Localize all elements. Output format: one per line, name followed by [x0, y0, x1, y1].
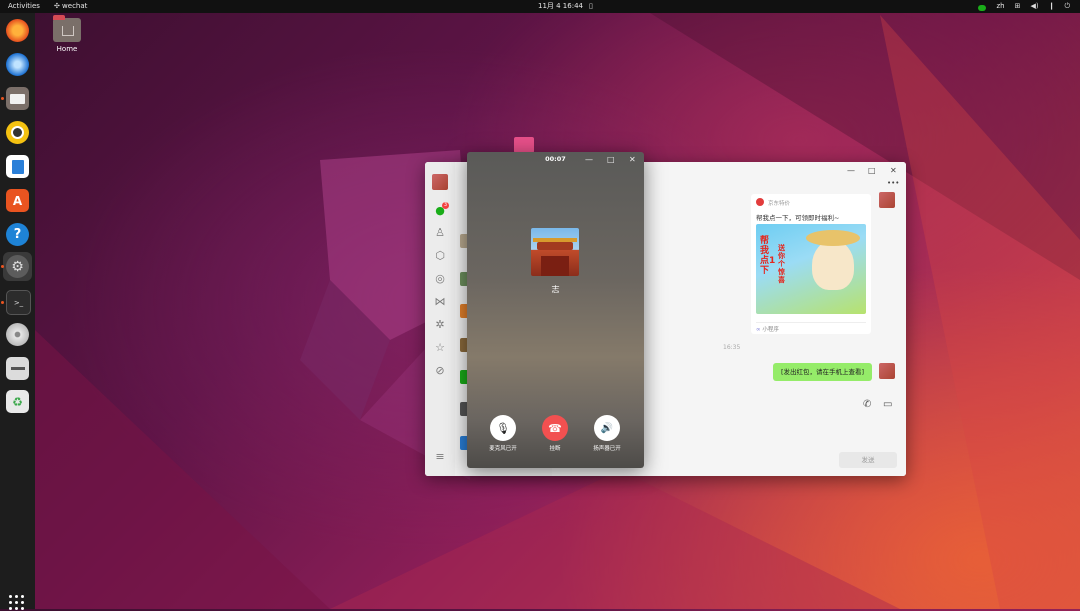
home-folder-icon: [53, 15, 81, 42]
wechat-app-icon: ✣: [53, 2, 60, 10]
wechat-sidebar: ● 3 ♙ ⬡ ◎ ⋈ ✲ ☆ ⊘ ≡: [425, 162, 456, 476]
user-avatar[interactable]: [432, 174, 448, 190]
call-maximize-button[interactable]: □: [607, 155, 615, 164]
settings-gear-icon[interactable]: ⚙: [6, 255, 29, 278]
notification-icon: ▯: [588, 2, 593, 10]
writer-icon[interactable]: [6, 155, 29, 178]
more-options-icon[interactable]: •••: [887, 179, 899, 187]
terminal-icon[interactable]: >_: [6, 290, 31, 315]
disc-icon[interactable]: [6, 323, 29, 346]
banner-text-right: 送你个惊喜: [778, 244, 785, 284]
search-icon[interactable]: ⊘: [433, 364, 447, 378]
mic-label: 麦克风已开: [489, 446, 517, 452]
mascot-illustration: [806, 230, 860, 290]
mini-programs-icon[interactable]: ✲: [433, 318, 447, 332]
card-text: 帮我点一下，可领即时福利~: [756, 214, 840, 222]
channels-icon[interactable]: ⋈: [433, 295, 447, 309]
thunderbird-icon[interactable]: [6, 53, 29, 76]
sent-message-bubble[interactable]: [发出红包，请在手机上查看]: [773, 363, 872, 381]
call-minimize-button[interactable]: —: [585, 155, 593, 164]
mini-program-label: 小程序: [762, 327, 779, 333]
send-button[interactable]: 发送: [839, 452, 897, 468]
my-avatar[interactable]: [879, 363, 895, 379]
moments-icon[interactable]: ◎: [433, 272, 447, 286]
unread-badge: 3: [442, 202, 449, 209]
running-indicator: [1, 301, 4, 304]
maximize-button[interactable]: □: [868, 166, 876, 175]
banner-text-left: 帮我点1下: [760, 236, 776, 276]
card-source: 京东特价: [768, 201, 791, 207]
minimize-button[interactable]: —: [847, 166, 855, 175]
drive-icon[interactable]: [6, 357, 29, 380]
wechat-tray-icon[interactable]: [978, 5, 987, 11]
hangup-label: 挂断: [549, 446, 561, 452]
card-banner-image: 帮我点1下 送你个惊喜: [756, 224, 866, 314]
activities-button[interactable]: Activities: [8, 0, 40, 13]
video-call-icon[interactable]: ▭: [883, 399, 892, 410]
jd-logo-icon: [756, 198, 764, 206]
desktop-home-folder[interactable]: Home: [52, 15, 82, 53]
app-menu[interactable]: ✣ wechat: [54, 0, 87, 13]
firefox-icon[interactable]: [6, 19, 29, 42]
app-center-icon[interactable]: A: [6, 189, 29, 212]
discover-icon[interactable]: ☆: [433, 341, 447, 355]
time-divider: 16:35: [723, 344, 741, 351]
volume-icon[interactable]: ◀): [1030, 0, 1038, 13]
mini-program-footer: ∞ 小程序: [756, 322, 866, 333]
contacts-icon[interactable]: ♙: [433, 226, 447, 240]
speaker-icon: 🔊: [600, 422, 614, 434]
mic-icon[interactable]: ❙: [1049, 0, 1055, 13]
sender-avatar[interactable]: [879, 192, 895, 208]
dock: A ? ⚙ >_ ♻: [0, 13, 35, 610]
mini-program-card[interactable]: 京东特价 帮我点一下，可领即时福利~ 帮我点1下 送你个惊喜 ∞ 小程序: [751, 194, 871, 334]
help-icon[interactable]: ?: [6, 223, 29, 246]
hangup-button[interactable]: ☎: [542, 415, 568, 441]
pink-window-tab: [514, 137, 534, 153]
files-icon[interactable]: [6, 87, 29, 110]
datetime: 11月 4 16:44: [538, 2, 583, 10]
call-timer: 00:07: [545, 155, 566, 163]
hangup-phone-icon: ☎: [548, 421, 562, 435]
link-icon: ∞: [756, 327, 761, 333]
network-icon[interactable]: ⊞: [1015, 0, 1021, 13]
menu-icon[interactable]: ≡: [433, 450, 447, 464]
power-icon[interactable]: ⏻: [1064, 0, 1070, 13]
mic-toggle-button[interactable]: 🎙: [490, 415, 516, 441]
rhythmbox-icon[interactable]: [6, 121, 29, 144]
voice-call-icon[interactable]: ✆: [863, 399, 871, 410]
top-bar: Activities ✣ wechat 11月 4 16:44 ▯ zh ⊞ ◀…: [0, 0, 1080, 13]
speaker-toggle-button[interactable]: 🔊: [594, 415, 620, 441]
clock[interactable]: 11月 4 16:44 ▯: [538, 0, 593, 13]
collections-icon[interactable]: ⬡: [433, 249, 447, 263]
running-indicator: [1, 265, 4, 268]
voice-call-window: 00:07 — □ ✕ 志 🎙 麦克风已开 ☎ 挂断 🔊 扬声器已开: [467, 152, 644, 468]
callee-avatar: [531, 228, 579, 276]
language-indicator[interactable]: zh: [996, 0, 1004, 13]
home-label: Home: [56, 45, 78, 53]
speaker-label: 扬声器已开: [593, 446, 621, 452]
close-button[interactable]: ✕: [890, 166, 897, 175]
callee-name: 志: [551, 285, 560, 294]
trash-icon[interactable]: ♻: [6, 390, 29, 413]
microphone-icon: 🎙: [496, 421, 510, 435]
app-name: wechat: [62, 2, 88, 10]
running-indicator: [1, 97, 4, 100]
call-close-button[interactable]: ✕: [629, 155, 636, 164]
